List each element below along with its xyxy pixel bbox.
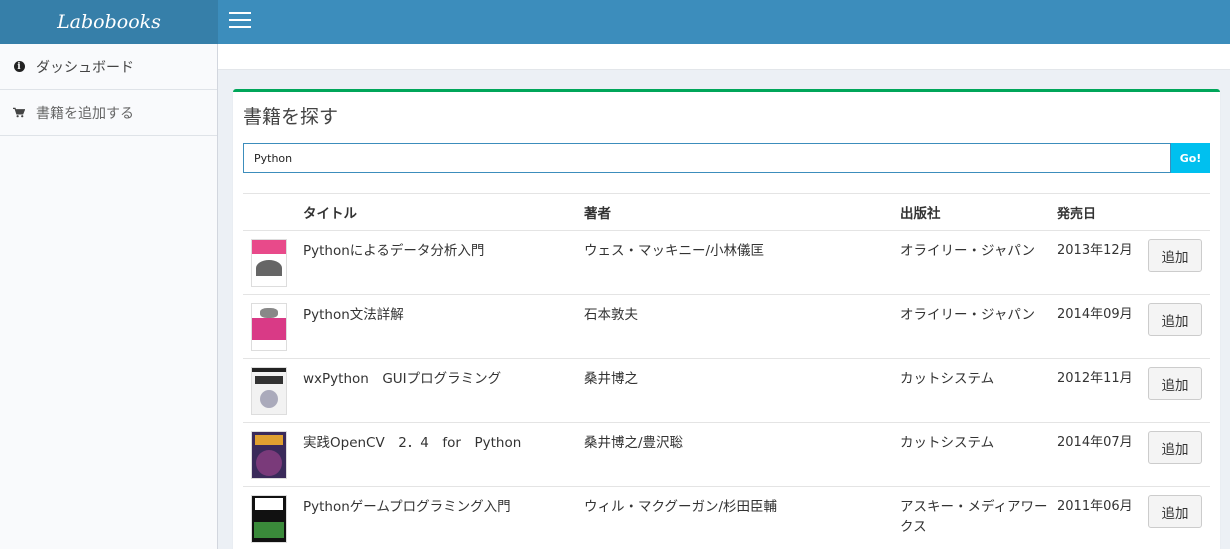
table-row: Python文法詳解 石本敦夫 オライリー・ジャパン 2014年09月 追加 bbox=[243, 294, 1210, 359]
book-cover-image bbox=[251, 431, 287, 479]
book-author: ウェス・マッキニー/小林儀匡 bbox=[584, 230, 900, 295]
info-circle-icon: i bbox=[13, 61, 25, 72]
book-author: 石本敦夫 bbox=[584, 294, 900, 359]
column-header-author: 著者 bbox=[584, 193, 900, 231]
book-author: 桑井博之/豊沢聡 bbox=[584, 422, 900, 487]
column-header-date: 発売日 bbox=[1057, 193, 1148, 231]
sidebar-item-label: ダッシュボード bbox=[36, 59, 134, 76]
book-author: ウィル・マクグーガン/杉田臣輔 bbox=[584, 486, 900, 549]
book-cover-image bbox=[251, 303, 287, 351]
book-release-date: 2012年11月 bbox=[1057, 358, 1148, 423]
go-button[interactable]: Go! bbox=[1171, 143, 1210, 173]
table-header-row: タイトル 著者 出版社 発売日 bbox=[243, 193, 1210, 231]
page-title: 書籍を探す bbox=[243, 106, 339, 128]
book-title: wxPython GUIプログラミング bbox=[303, 358, 584, 423]
sidebar-item-dashboard[interactable]: i ダッシュボード bbox=[0, 44, 217, 90]
top-navbar bbox=[218, 0, 1230, 44]
column-header-title: タイトル bbox=[303, 193, 584, 231]
table-row: 実践OpenCV 2．4 for Python 桑井博之/豊沢聡 カットシステム… bbox=[243, 422, 1210, 487]
table-row: wxPython GUIプログラミング 桑井博之 カットシステム 2012年11… bbox=[243, 358, 1210, 423]
add-book-button[interactable]: 追加 bbox=[1148, 367, 1202, 400]
search-box-panel: 書籍を探す Go! タイトル 著者 出版社 発売日 Pythonによるデータ分析… bbox=[233, 89, 1220, 549]
book-publisher: アスキー・メディアワークス bbox=[900, 486, 1057, 549]
add-book-button[interactable]: 追加 bbox=[1148, 495, 1202, 528]
book-publisher: カットシステム bbox=[900, 358, 1057, 423]
shopping-cart-icon bbox=[13, 107, 25, 118]
book-release-date: 2011年06月 bbox=[1057, 486, 1148, 549]
book-title: Pythonによるデータ分析入門 bbox=[303, 230, 584, 295]
book-title: Pythonゲームプログラミング入門 bbox=[303, 486, 584, 549]
app-logo[interactable]: Labobooks bbox=[0, 0, 218, 44]
search-form: Go! bbox=[243, 143, 1210, 173]
book-title: Python文法詳解 bbox=[303, 294, 584, 359]
results-table: タイトル 著者 出版社 発売日 Pythonによるデータ分析入門 ウェス・マッキ… bbox=[243, 193, 1210, 549]
add-book-button[interactable]: 追加 bbox=[1148, 303, 1202, 336]
book-release-date: 2013年12月 bbox=[1057, 230, 1148, 295]
sidebar: i ダッシュボード 書籍を追加する bbox=[0, 44, 218, 549]
table-row: Pythonゲームプログラミング入門 ウィル・マクグーガン/杉田臣輔 アスキー・… bbox=[243, 486, 1210, 549]
table-row: Pythonによるデータ分析入門 ウェス・マッキニー/小林儀匡 オライリー・ジャ… bbox=[243, 230, 1210, 295]
book-cover-image bbox=[251, 239, 287, 287]
book-publisher: カットシステム bbox=[900, 422, 1057, 487]
book-cover-image bbox=[251, 367, 287, 415]
book-release-date: 2014年09月 bbox=[1057, 294, 1148, 359]
column-header-cover bbox=[243, 193, 303, 231]
sidebar-item-add-book[interactable]: 書籍を追加する bbox=[0, 90, 217, 136]
content-header bbox=[218, 44, 1230, 70]
book-author: 桑井博之 bbox=[584, 358, 900, 423]
sidebar-item-label: 書籍を追加する bbox=[36, 105, 134, 122]
search-input[interactable] bbox=[243, 143, 1171, 173]
menu-toggle-icon[interactable] bbox=[229, 12, 251, 28]
column-header-action bbox=[1148, 193, 1210, 231]
add-book-button[interactable]: 追加 bbox=[1148, 239, 1202, 272]
add-book-button[interactable]: 追加 bbox=[1148, 431, 1202, 464]
column-header-publisher: 出版社 bbox=[900, 193, 1057, 231]
book-title: 実践OpenCV 2．4 for Python bbox=[303, 422, 584, 487]
book-cover-image bbox=[251, 495, 287, 543]
book-publisher: オライリー・ジャパン bbox=[900, 294, 1057, 359]
book-release-date: 2014年07月 bbox=[1057, 422, 1148, 487]
book-publisher: オライリー・ジャパン bbox=[900, 230, 1057, 295]
